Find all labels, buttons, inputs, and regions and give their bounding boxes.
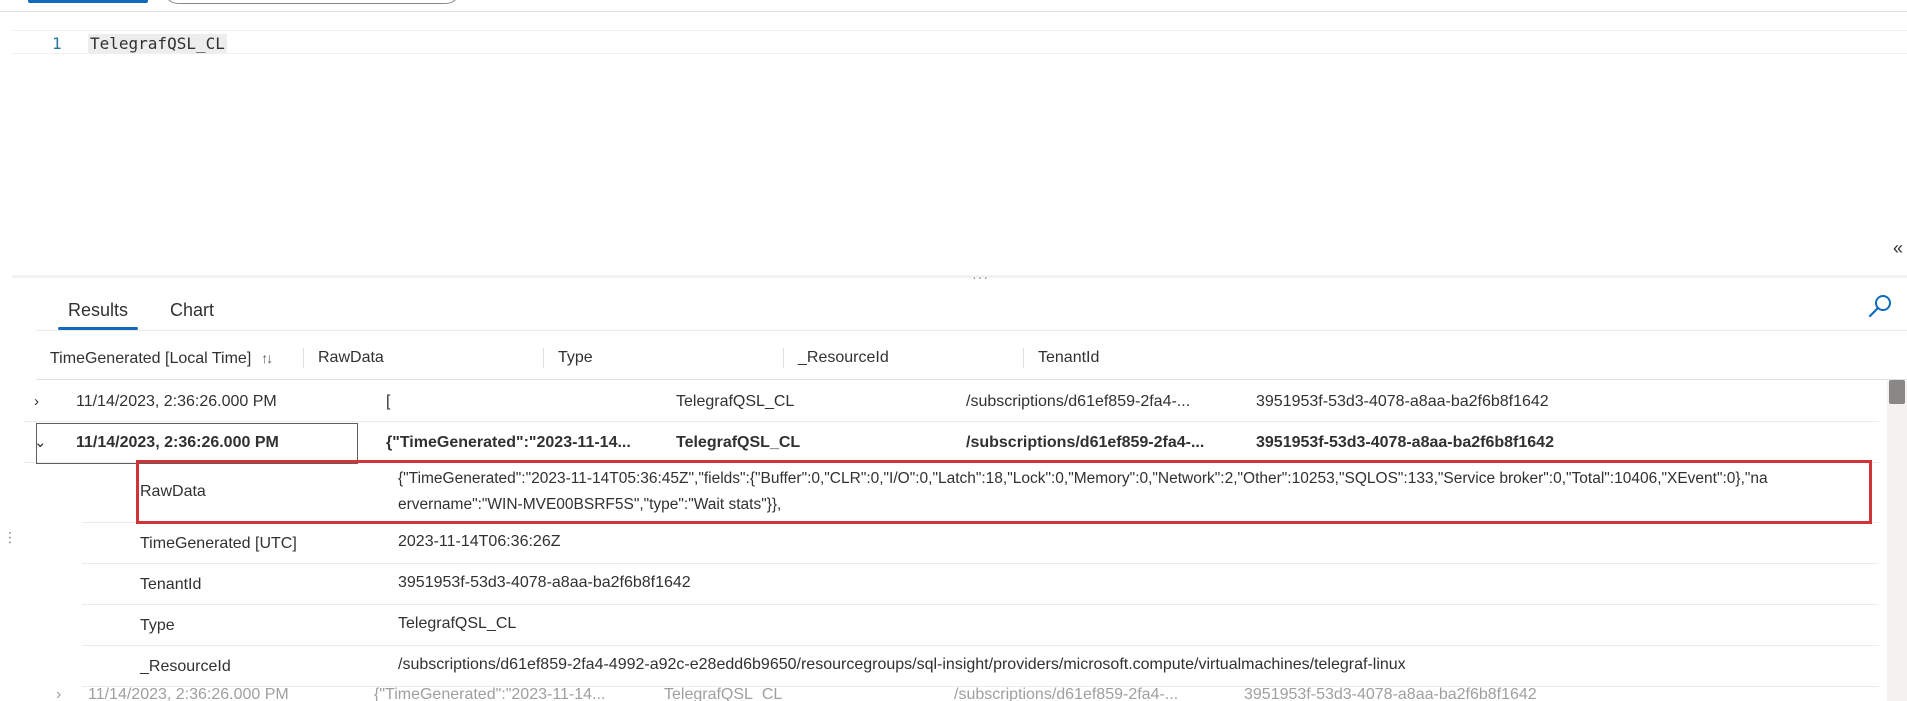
results-scrollbar[interactable] <box>1887 380 1907 701</box>
cell-tenantid: 3951953f-53d3-4078-a8aa-ba2f6b8f1642 <box>1256 393 1549 410</box>
detail-field-value: 3951953f-53d3-4078-a8aa-ba2f6b8f1642 <box>398 574 691 591</box>
table-row-partial[interactable]: › 11/14/2023, 2:36:26.000 PM {"TimeGener… <box>36 686 1886 701</box>
sort-icon[interactable]: ↑↓ <box>261 350 273 366</box>
query-editor[interactable]: 1 TelegrafQSL_CL « <box>12 13 1907 275</box>
column-header-timegenerated[interactable]: TimeGenerated [Local Time] ↑↓ <box>36 336 304 380</box>
grid-header: TimeGenerated [Local Time] ↑↓ RawData Typ… <box>36 336 1907 380</box>
scrollbar-thumb[interactable] <box>1889 380 1905 404</box>
tab-chart[interactable]: Chart <box>160 296 224 330</box>
cell-time: 11/14/2023, 2:36:26.000 PM <box>76 434 279 451</box>
column-header-label: _ResourceId <box>798 349 889 366</box>
tabs-divider <box>36 330 1907 331</box>
query-text[interactable]: TelegrafQSL_CL <box>88 34 227 53</box>
pane-splitter[interactable]: ··· <box>12 269 1907 285</box>
cell-rawdata: {"TimeGenerated":"2023-11-14... <box>386 434 631 451</box>
column-header-label: TimeGenerated [Local Time] <box>50 350 252 367</box>
table-row[interactable]: › 11/14/2023, 2:36:26.000 PM [ TelegrafQ… <box>24 381 1879 422</box>
cell-type: TelegrafQSL_CL <box>676 434 801 451</box>
detail-field-value: 2023-11-14T06:36:26Z <box>398 533 561 550</box>
tab-results[interactable]: Results <box>58 296 139 330</box>
detail-field-name: TimeGenerated [UTC] <box>140 535 297 552</box>
detail-field-value: /subscriptions/d61ef859-2fa4-4992-a92c-e… <box>398 656 1406 673</box>
detail-field-name: TenantId <box>140 576 202 593</box>
table-row-expanded[interactable]: ⌄ 11/14/2023, 2:36:26.000 PM {"TimeGener… <box>24 422 1879 463</box>
cell-rawdata: {"TimeGenerated":"2023-11-14... <box>374 686 606 701</box>
detail-row-tenantid[interactable]: TenantId 3951953f-53d3-4078-a8aa-ba2f6b8… <box>82 564 1879 605</box>
cell-time: 11/14/2023, 2:36:26.000 PM <box>76 393 277 410</box>
column-header-label: RawData <box>318 349 384 366</box>
collapse-editor-icon[interactable]: « <box>1893 239 1903 257</box>
collapse-chevron-icon[interactable]: ⌄ <box>34 422 47 463</box>
expand-chevron-icon[interactable]: › <box>34 381 39 422</box>
cell-time: 11/14/2023, 2:36:26.000 PM <box>88 686 289 701</box>
run-button[interactable] <box>28 0 148 3</box>
detail-row-type[interactable]: Type TelegrafQSL_CL <box>82 605 1879 646</box>
detail-field-value: TelegrafQSL_CL <box>398 615 517 632</box>
time-range-picker[interactable] <box>164 0 460 4</box>
cell-rawdata: [ <box>386 393 391 410</box>
chevron-icon[interactable]: › <box>56 686 61 701</box>
line-number: 1 <box>52 34 62 53</box>
rawdata-highlight-box <box>136 460 1872 524</box>
cell-resourceid: /subscriptions/d61ef859-2fa4-... <box>966 434 1205 451</box>
search-icon[interactable] <box>1865 292 1895 322</box>
detail-field-name: _ResourceId <box>140 658 231 675</box>
results-tabs: Results Chart <box>58 296 224 330</box>
detail-field-name: Type <box>140 617 175 634</box>
top-toolbar <box>0 0 1907 12</box>
cell-tenantid: 3951953f-53d3-4078-a8aa-ba2f6b8f1642 <box>1256 434 1554 451</box>
column-header-rawdata[interactable]: RawData <box>304 336 544 380</box>
column-header-label: TenantId <box>1038 349 1100 366</box>
column-header-resourceid[interactable]: _ResourceId <box>784 336 1024 380</box>
detail-row-resourceid[interactable]: _ResourceId /subscriptions/d61ef859-2fa4… <box>82 646 1879 687</box>
cell-tenantid: 3951953f-53d3-4078-a8aa-ba2f6b8f1642 <box>1244 686 1537 701</box>
column-header-tenantid[interactable]: TenantId <box>1024 336 1907 380</box>
editor-line[interactable]: 1 TelegrafQSL_CL <box>12 30 1907 54</box>
cell-resourceid: /subscriptions/d61ef859-2fa4-... <box>954 686 1179 701</box>
detail-row-timegenerated-utc[interactable]: TimeGenerated [UTC] 2023-11-14T06:36:26Z <box>82 523 1879 564</box>
cell-type: TelegrafQSL_CL <box>664 686 783 701</box>
cell-resourceid: /subscriptions/d61ef859-2fa4-... <box>966 393 1191 410</box>
column-header-label: Type <box>558 349 593 366</box>
column-header-type[interactable]: Type <box>544 336 784 380</box>
cell-type: TelegrafQSL_CL <box>676 393 795 410</box>
